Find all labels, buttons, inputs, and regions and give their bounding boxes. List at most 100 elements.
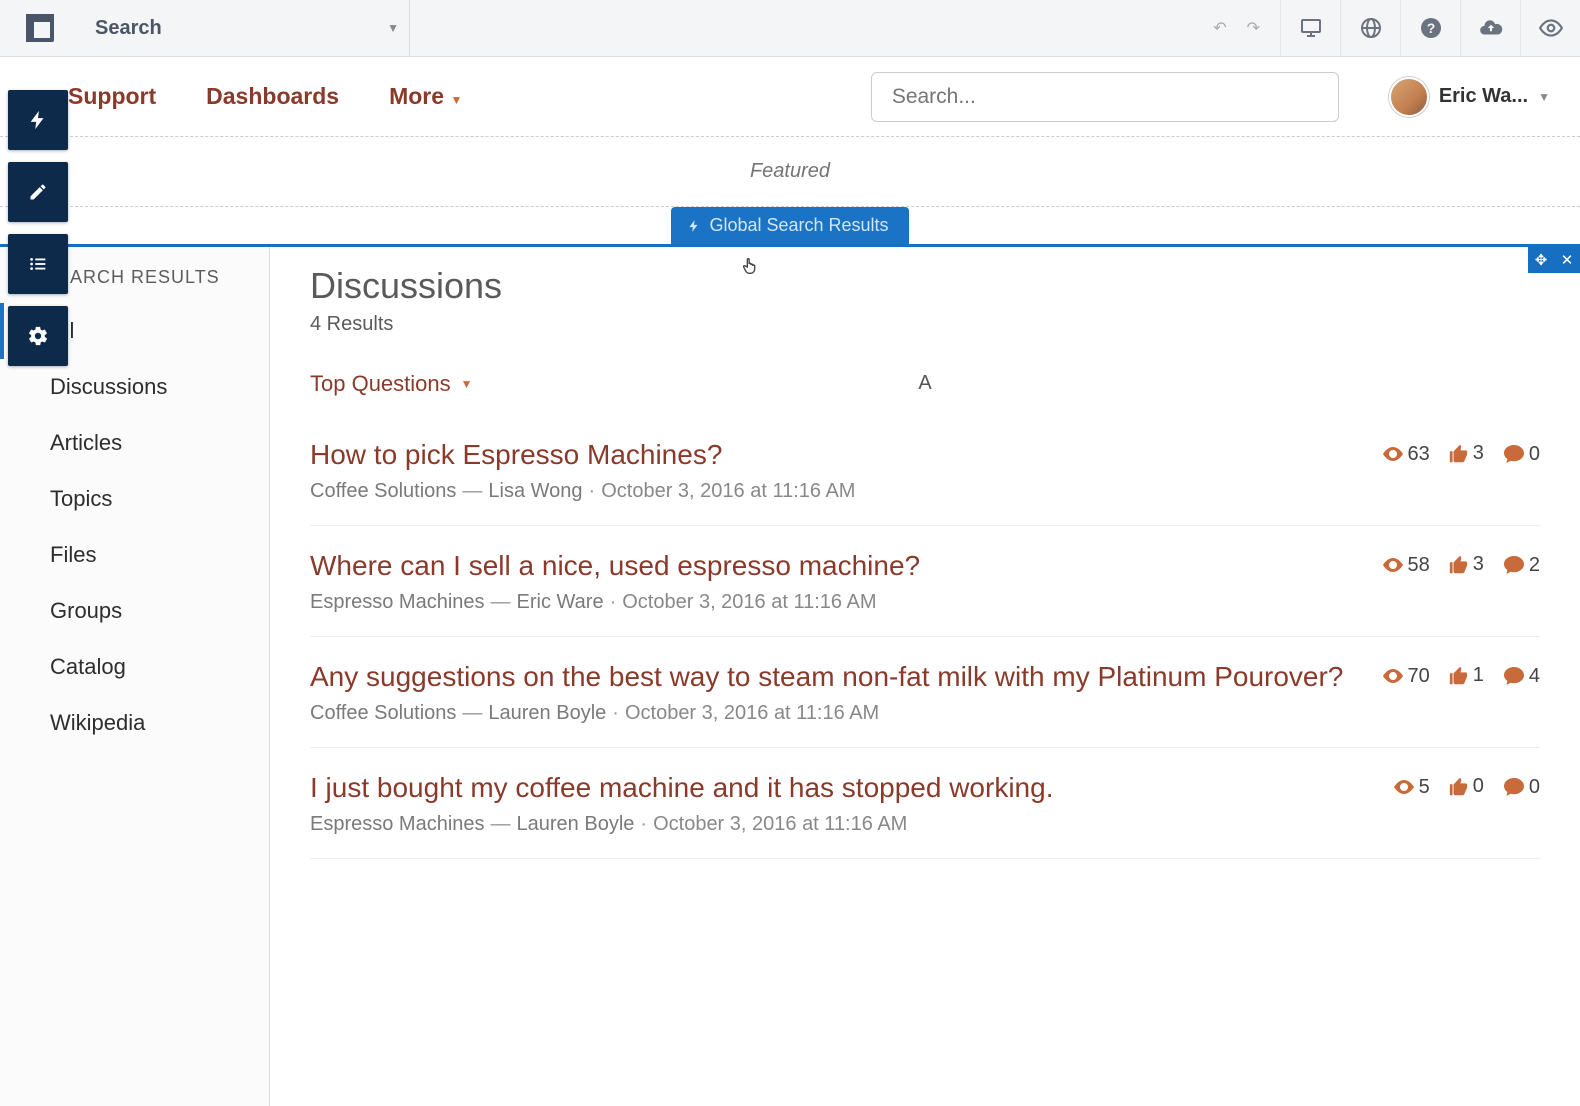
nav-search-wrap	[871, 72, 1339, 122]
question-date: October 3, 2016 at 11:16 AM	[601, 480, 855, 502]
question-item: Any suggestions on the best way to steam…	[310, 637, 1540, 748]
site-nav: Support Dashboards More ▼ Eric Wa... ▼	[0, 57, 1580, 137]
nav-support[interactable]: Support	[68, 83, 156, 110]
redo-icon[interactable]: ↷	[1247, 18, 1260, 38]
question-item: How to pick Espresso Machines? Coffee Sol…	[310, 415, 1540, 526]
help-icon[interactable]: ?	[1400, 0, 1460, 56]
gear-icon[interactable]	[361, 18, 381, 38]
comments-stat: 0	[1502, 442, 1540, 466]
caret-down-icon: ▼	[1538, 90, 1550, 104]
nav-dashboards[interactable]: Dashboards	[206, 83, 339, 110]
cloud-upload-icon[interactable]	[1460, 0, 1520, 56]
settings-tool[interactable]	[8, 306, 68, 366]
app-logo[interactable]	[0, 14, 80, 42]
bolt-icon	[687, 219, 701, 233]
comments-stat: 2	[1502, 553, 1540, 577]
sidebar-item-files[interactable]: Files	[0, 527, 269, 583]
results-sidebar: ARCH RESULTS All Discussions Articles To…	[0, 247, 270, 1106]
question-title[interactable]: Where can I sell a nice, used espresso m…	[310, 548, 1361, 583]
question-meta: Espresso Machines—Lauren Boyle·October 3…	[310, 813, 1372, 836]
caret-down-icon: ▼	[387, 21, 399, 35]
like-icon	[1448, 776, 1470, 798]
nav-more[interactable]: More ▼	[389, 83, 462, 110]
page-selector-label: Search	[95, 17, 162, 40]
question-item: Where can I sell a nice, used espresso m…	[310, 526, 1540, 637]
bolt-tool[interactable]	[8, 90, 68, 150]
sidebar-item-topics[interactable]: Topics	[0, 471, 269, 527]
results-heading: Discussions	[310, 265, 1540, 307]
question-author[interactable]: Eric Ware	[517, 591, 604, 613]
eye-icon	[1381, 664, 1405, 688]
comments-stat: 0	[1502, 775, 1540, 799]
question-list: How to pick Espresso Machines? Coffee Sol…	[310, 415, 1540, 859]
question-meta: Espresso Machines—Eric Ware·October 3, 2…	[310, 591, 1361, 614]
eye-icon	[1381, 442, 1405, 466]
comment-icon	[1502, 553, 1526, 577]
results-count: 4 Results	[310, 313, 1540, 336]
global-search-results-tab[interactable]: Global Search Results	[671, 207, 908, 244]
views-stat: 70	[1381, 664, 1430, 688]
question-date: October 3, 2016 at 11:16 AM	[625, 702, 879, 724]
comments-stat: 4	[1502, 664, 1540, 688]
left-tool-rail	[8, 90, 68, 366]
question-stats: 70 14	[1381, 659, 1541, 725]
question-date: October 3, 2016 at 11:16 AM	[653, 813, 907, 835]
views-stat: 58	[1381, 553, 1430, 577]
preview-icon[interactable]	[1520, 0, 1580, 56]
sidebar-item-catalog[interactable]: Catalog	[0, 639, 269, 695]
question-date: October 3, 2016 at 11:16 AM	[622, 591, 876, 613]
undo-icon[interactable]: ↶	[1213, 18, 1226, 38]
eye-icon	[1381, 553, 1405, 577]
question-title[interactable]: Any suggestions on the best way to steam…	[310, 659, 1361, 694]
search-input[interactable]	[871, 72, 1339, 122]
caret-down-icon: ▼	[450, 93, 462, 107]
question-author[interactable]: Lauren Boyle	[517, 813, 635, 835]
question-space[interactable]: Coffee Solutions	[310, 702, 456, 724]
sidebar-item-groups[interactable]: Groups	[0, 583, 269, 639]
globe-icon[interactable]	[1340, 0, 1400, 56]
question-space[interactable]: Espresso Machines	[310, 591, 485, 613]
results-panel: Discussions 4 Results Top Questions ▼ A …	[270, 247, 1580, 1106]
likes-stat: 0	[1448, 775, 1484, 798]
like-icon	[1448, 554, 1470, 576]
question-author[interactable]: Lauren Boyle	[488, 702, 606, 724]
sidebar-item-articles[interactable]: Articles	[0, 415, 269, 471]
gsr-label: Global Search Results	[709, 215, 888, 236]
edit-tool[interactable]	[8, 162, 68, 222]
question-stats: 6330	[1381, 437, 1541, 503]
question-stats: 500	[1392, 770, 1540, 836]
likes-stat: 1	[1448, 664, 1484, 687]
sidebar-item-discussions[interactable]: Discussions	[0, 359, 269, 415]
desktop-icon[interactable]	[1280, 0, 1340, 56]
comment-icon	[1502, 664, 1526, 688]
question-stats: 58 32	[1381, 548, 1541, 614]
views-stat: 5	[1392, 775, 1430, 799]
question-author[interactable]: Lisa Wong	[488, 480, 582, 502]
user-name: Eric Wa...	[1439, 85, 1528, 108]
question-title[interactable]: I just bought my coffee machine and it h…	[310, 770, 1372, 805]
eye-icon	[1392, 775, 1416, 799]
like-icon	[1448, 443, 1470, 465]
list-tool[interactable]	[8, 234, 68, 294]
caret-down-icon: ▼	[461, 377, 473, 391]
featured-strip: Featured	[0, 137, 1580, 207]
svg-text:?: ?	[1426, 20, 1435, 36]
likes-stat: 3	[1448, 553, 1484, 576]
sort-label: Top Questions	[310, 371, 451, 397]
featured-label: Featured	[750, 160, 830, 183]
component-frame: ✥ ✕ ARCH RESULTS All Discussions Article…	[0, 244, 1580, 1106]
page-selector[interactable]: Search ▼	[80, 0, 410, 56]
question-space[interactable]: Espresso Machines	[310, 813, 485, 835]
question-item: I just bought my coffee machine and it h…	[310, 748, 1540, 859]
user-menu[interactable]: Eric Wa... ▼	[1389, 77, 1550, 117]
question-meta: Coffee Solutions—Lauren Boyle·October 3,…	[310, 702, 1361, 725]
sidebar-item-wikipedia[interactable]: Wikipedia	[0, 695, 269, 751]
like-icon	[1448, 665, 1470, 687]
question-meta: Coffee Solutions—Lisa Wong·October 3, 20…	[310, 480, 1361, 503]
question-space[interactable]: Coffee Solutions	[310, 480, 456, 502]
comment-icon	[1502, 775, 1526, 799]
comment-icon	[1502, 442, 1526, 466]
builder-toolbar: Search ▼ ↶ ↷ ?	[0, 0, 1580, 57]
question-title[interactable]: How to pick Espresso Machines?	[310, 437, 1361, 472]
likes-stat: 3	[1448, 442, 1484, 465]
